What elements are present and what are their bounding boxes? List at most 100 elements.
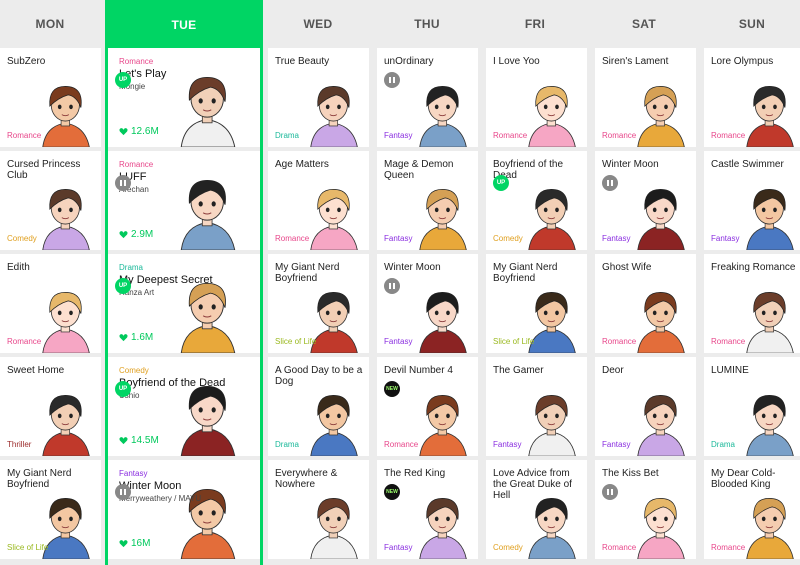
genre-label: Fantasy [384, 131, 413, 140]
comic-title: Love Advice from the Great Duke of Hell [493, 468, 572, 501]
comic-card[interactable]: Everywhere & Nowhere [268, 460, 369, 559]
comic-title: Castle Swimmer [711, 159, 784, 170]
comic-card[interactable]: I Love Yoo Romance [486, 48, 587, 147]
comic-card[interactable]: Mage & Demon Queen Fantasy [377, 151, 478, 250]
genre-label: Drama [275, 131, 300, 140]
day-tab-sat[interactable]: SAT [594, 0, 694, 48]
likes-count: 16M [119, 538, 150, 549]
comic-card[interactable]: The Gamer Fantasy [486, 357, 587, 456]
genre-label: Slice of Life [7, 543, 49, 552]
comic-title: Devil Number 4 [384, 365, 453, 376]
comic-title: My Dear Cold-Blooded King [711, 468, 776, 490]
genre-label: Comedy [119, 366, 149, 375]
cover-illustration [419, 188, 468, 250]
comic-card[interactable]: Cursed Princess Club Comedy [0, 151, 101, 250]
up-badge: UP [115, 72, 131, 88]
heart-icon [119, 437, 128, 445]
cover-illustration [528, 188, 577, 250]
comic-title: Boyfriend of the Dead [119, 377, 226, 389]
comic-card[interactable]: Lore Olympus Romance [704, 48, 800, 147]
comic-card[interactable]: My Giant Nerd Boyfriend Slice of Life [268, 254, 369, 353]
comic-card[interactable]: Deor Fantasy [595, 357, 696, 456]
comic-title: True Beauty [275, 56, 330, 67]
genre-label: Fantasy [493, 440, 522, 449]
new-badge: NEW [384, 484, 400, 500]
comic-card[interactable]: Ghost Wife Romance [595, 254, 696, 353]
comic-card[interactable]: My Dear Cold-Blooded King Romance [704, 460, 800, 559]
comic-card[interactable]: Freaking Romance Romance [704, 254, 800, 353]
pause-icon [115, 484, 131, 500]
comic-card[interactable]: LUMINE Drama [704, 357, 800, 456]
comic-title: Cursed Princess Club [7, 159, 81, 181]
cover-illustration [42, 394, 91, 456]
likes-count: 1.6M [119, 332, 153, 343]
comic-card[interactable]: My Giant Nerd Boyfriend Slice of Life [0, 460, 101, 559]
cover-illustration [310, 497, 359, 559]
comic-card[interactable]: Edith Romance [0, 254, 101, 353]
day-tabs: MON TUE WED THU FRI SAT SUN [0, 0, 800, 50]
new-badge: NEW [384, 381, 400, 397]
comic-card[interactable]: Winter Moon Fantasy [595, 151, 696, 250]
cover-illustration [180, 76, 235, 147]
likes-count: 14.5M [119, 435, 159, 446]
heart-icon [119, 128, 128, 136]
comic-card[interactable]: Sweet Home Thriller [0, 357, 101, 456]
genre-label: Slice of Life [275, 337, 317, 346]
heart-icon [119, 334, 128, 342]
comic-card[interactable]: Age Matters Romance [268, 151, 369, 250]
day-tab-tue[interactable]: TUE [105, 0, 263, 50]
comic-card[interactable]: unOrdinary Fantasy [377, 48, 478, 147]
comic-card[interactable]: Fantasy Winter Moon Merryweathery / MAYU 16… [108, 460, 260, 559]
comic-title: My Giant Nerd Boyfriend [7, 468, 72, 490]
comic-card[interactable]: My Giant Nerd Boyfriend Slice of Life [486, 254, 587, 353]
comic-card[interactable]: True Beauty Drama [268, 48, 369, 147]
day-tab-fri[interactable]: FRI [485, 0, 585, 48]
genre-label: Romance [602, 543, 637, 552]
comic-title: Deor [602, 365, 624, 376]
comic-card[interactable]: Siren's Lament Romance [595, 48, 696, 147]
genre-label: Romance [711, 131, 746, 140]
genre-label: Romance [602, 131, 637, 140]
genre-label: Drama [119, 263, 144, 272]
comic-title: Edith [7, 262, 30, 273]
comic-card[interactable]: The Red King NEW Fantasy [377, 460, 478, 559]
comic-card[interactable]: Romance Let's Play Mongie UP 12.6M [108, 48, 260, 147]
day-tab-wed[interactable]: WED [268, 0, 368, 48]
heart-icon [119, 540, 128, 548]
likes-value: 14.5M [131, 435, 159, 446]
day-tab-sun[interactable]: SUN [702, 0, 800, 48]
up-badge: UP [493, 175, 509, 191]
comic-title: My Giant Nerd Boyfriend [493, 262, 558, 284]
comic-card[interactable]: Drama My Deepest Secret Hanza Art UP 1.6M [108, 254, 260, 353]
genre-label: Romance [711, 543, 746, 552]
comic-title: The Red King [384, 468, 446, 479]
genre-label: Slice of Life [493, 337, 535, 346]
comic-title: Winter Moon [384, 262, 441, 273]
day-tab-thu[interactable]: THU [377, 0, 477, 48]
comic-title: The Kiss Bet [602, 468, 659, 479]
comic-title: I Love Yoo [493, 56, 540, 67]
comic-card[interactable]: Comedy Boyfriend of the Dead Ushio UP 14.5M [108, 357, 260, 456]
day-tab-mon[interactable]: MON [0, 0, 100, 48]
genre-label: Romance [711, 337, 746, 346]
comic-title: Everywhere & Nowhere [275, 468, 338, 490]
webtoon-daily-schedule: MON TUE WED THU FRI SAT SUN SubZero Romance Curs… [0, 0, 800, 565]
genre-label: Comedy [493, 234, 523, 243]
comic-title: My Giant Nerd Boyfriend [275, 262, 340, 284]
pause-icon [384, 72, 400, 88]
comic-card[interactable]: A Good Day to be a Dog Drama [268, 357, 369, 456]
comic-card[interactable]: Love Advice from the Great Duke of Hell C… [486, 460, 587, 559]
comic-title: A Good Day to be a Dog [275, 365, 363, 387]
comic-card[interactable]: Devil Number 4 NEW Romance [377, 357, 478, 456]
comic-card[interactable]: SubZero Romance [0, 48, 101, 147]
comic-card[interactable]: Romance LUFF Arechan 2.9M [108, 151, 260, 250]
likes-value: 1.6M [131, 332, 154, 343]
cover-illustration [746, 188, 795, 250]
comic-card[interactable]: Boyfriend of the DeadUPComedy [486, 151, 587, 250]
comic-title: Freaking Romance [711, 262, 796, 273]
comic-card[interactable]: Winter Moon Fantasy [377, 254, 478, 353]
comic-card[interactable]: The Kiss Bet Romance [595, 460, 696, 559]
genre-label: Romance [7, 131, 42, 140]
comic-title: Sweet Home [7, 365, 65, 376]
comic-card[interactable]: Castle Swimmer Fantasy [704, 151, 800, 250]
